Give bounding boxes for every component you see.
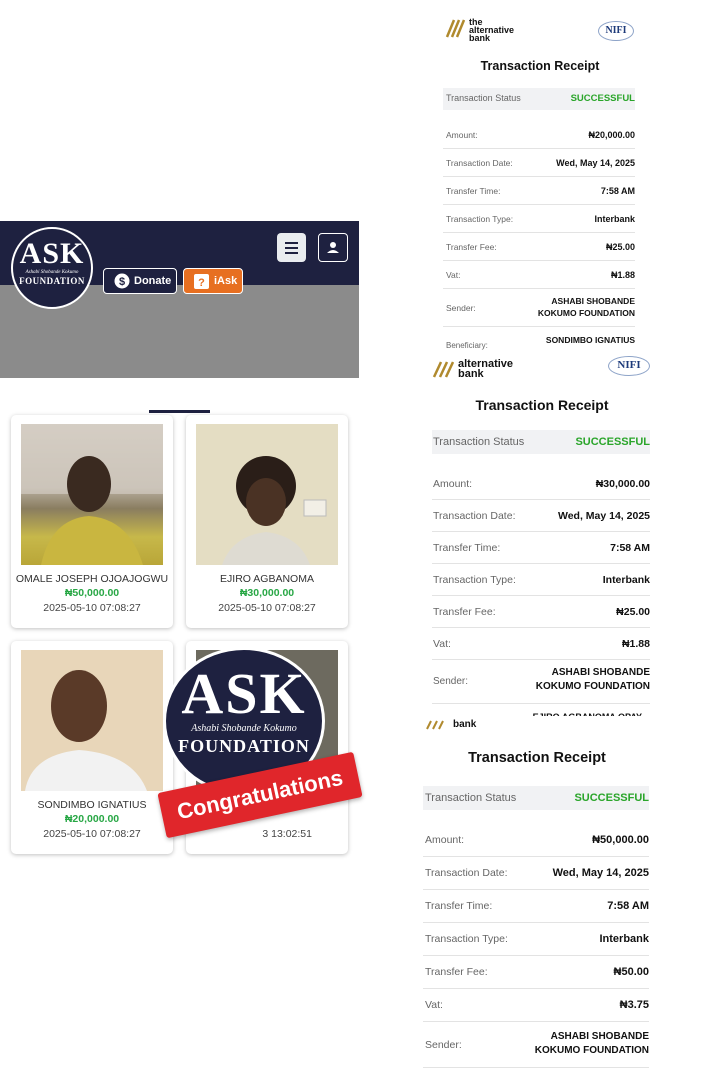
bank-stripes-icon: [432, 361, 454, 378]
person-photo-icon: [222, 456, 327, 565]
bank-stripes-icon: [426, 720, 444, 730]
receipt-row: Amount: ₦30,000.00: [432, 468, 650, 500]
donate-button[interactable]: $ Donate: [103, 268, 177, 294]
beneficiary-name: OMALE JOSEPH OJOAJOGWU: [15, 573, 169, 585]
receipt-row: Beneficiary: SONDIMBO IGNATIUS: [446, 335, 635, 350]
receipt-row: Amount: ₦20,000.00: [443, 121, 635, 149]
beneficiary-amount: ₦50,000.00: [64, 587, 120, 599]
receipt-row: Transfer Time: 7:58 AM: [423, 890, 649, 923]
beneficiary-card[interactable]: EJIRO AGBANOMA ₦30,000.00 2025-05-10 07:…: [186, 415, 348, 628]
receipt-title: Transaction Receipt: [475, 397, 609, 413]
beneficiary-amount: ₦20,000.00: [64, 813, 120, 825]
receipt-row: Transaction Type: Interbank: [443, 205, 635, 233]
receipt-row: Transaction Date: Wed, May 14, 2025: [443, 149, 635, 177]
iask-button[interactable]: ? iAsk: [183, 268, 243, 294]
donate-label: Donate: [134, 275, 172, 287]
receipt-row: Sender: ASHABI SHOBANDE KOKUMO FOUNDATIO…: [443, 289, 635, 327]
title-underline: [149, 410, 210, 413]
receipt-row: Sender: ASHABI SHOBANDE KOKUMO FOUNDATIO…: [432, 660, 650, 704]
page-title: A.S.K Beneficiaries: [83, 379, 276, 402]
receipt-title: Transaction Receipt: [468, 750, 606, 766]
receipt-row: Transfer Fee: ₦50.00: [423, 956, 649, 989]
beneficiary-photo: [21, 424, 163, 565]
beneficiary-name: SONDIMBO IGNATIUS: [37, 799, 147, 811]
dollar-icon: $: [114, 273, 130, 289]
beneficiary-date: 2025-05-10 07:08:27: [218, 602, 316, 614]
receipt-row: Transaction Date: Wed, May 14, 2025: [432, 500, 650, 532]
receipt-row: Transfer Time: 7:58 AM: [432, 532, 650, 564]
receipt-row: Transfer Time: 7:58 AM: [443, 177, 635, 205]
receipt-row: Transaction Date: Wed, May 14, 2025: [423, 857, 649, 890]
beneficiary-card[interactable]: OMALE JOSEPH OJOAJOGWU ₦50,000.00 2025-0…: [11, 415, 173, 628]
question-icon: ?: [194, 274, 209, 289]
receipt-row: Transaction Status SUCCESSFUL: [423, 786, 649, 810]
beneficiary-photo: [21, 650, 163, 791]
receipt-3: bank Transaction Receipt Transaction Sta…: [417, 716, 663, 1080]
iask-label: iAsk: [214, 275, 238, 287]
receipt-1: the alternative bank NIFI Transaction Re…: [437, 0, 647, 352]
user-icon: [327, 242, 339, 253]
beneficiary-date: 2025-05-10 07:08:27: [43, 602, 141, 614]
receipt-row: Transfer Fee: ₦25.00: [432, 596, 650, 628]
ask-foundation-logo[interactable]: ASK Ashabi Shobande Kokumo FOUNDATION: [11, 227, 93, 309]
receipt-row: Vat: ₦1.88: [432, 628, 650, 660]
beneficiary-name: EJIRO AGBANOMA: [220, 573, 314, 585]
beneficiary-amount: ₦30,000.00: [239, 587, 295, 599]
nifi-logo: NIFI: [608, 356, 650, 376]
beneficiary-date: 2025-05-10 07:08:27: [43, 828, 141, 840]
receipt-row: Transaction Type: Interbank: [432, 564, 650, 596]
bank-stripes-icon: [445, 19, 465, 38]
beneficiary-card[interactable]: SONDIMBO IGNATIUS ₦20,000.00 2025-05-10 …: [11, 641, 173, 854]
svg-text:$: $: [119, 276, 125, 288]
receipt-row: Amount: ₦50,000.00: [423, 824, 649, 857]
receipt-row: Transfer Fee: ₦25.00: [443, 233, 635, 261]
receipt-2: alternative bank NIFI Transaction Receip…: [424, 352, 660, 724]
receipt-row: Vat: ₦3.75: [423, 989, 649, 1022]
svg-text:?: ?: [198, 277, 205, 289]
beneficiary-date: 3 13:02:51: [262, 828, 312, 840]
person-photo-icon: [21, 424, 163, 565]
receipt-row: Sender: ASHABI SHOBANDE KOKUMO FOUNDATIO…: [423, 1022, 649, 1068]
person-photo-icon: [25, 670, 147, 791]
menu-button[interactable]: [277, 233, 306, 262]
receipt-row: Transaction Status SUCCESSFUL: [443, 88, 635, 110]
receipt-row: Vat: ₦1.88: [443, 261, 635, 289]
receipt-title: Transaction Receipt: [480, 59, 600, 73]
ask-website: A.S.K Beneficiaries ASK Ashabi Shobande …: [0, 221, 363, 861]
nifi-logo: NIFI: [598, 21, 634, 41]
user-button[interactable]: [318, 233, 348, 262]
receipt-row: Transaction Type: Interbank: [423, 923, 649, 956]
receipt-row: Transaction Status SUCCESSFUL: [432, 430, 650, 454]
beneficiary-photo: [196, 424, 338, 565]
